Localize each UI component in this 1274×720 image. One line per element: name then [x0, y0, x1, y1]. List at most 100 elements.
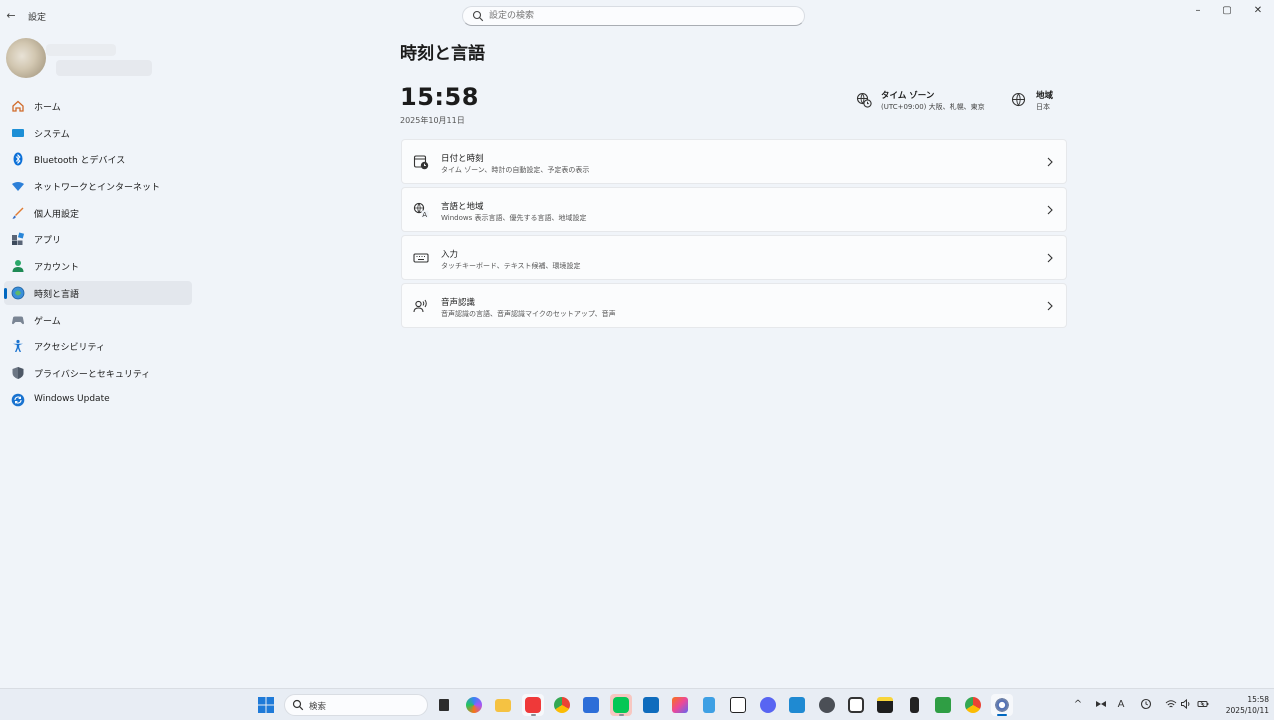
chrome-button[interactable] — [551, 694, 573, 716]
tray-clock[interactable]: 15:58 2025/10/11 — [1221, 694, 1269, 716]
back-button[interactable]: ← — [4, 8, 18, 24]
notion-button[interactable] — [727, 694, 749, 716]
sidebar-item-label: ホーム — [34, 103, 61, 113]
sidebar-item-label: ネットワークとインターネット — [34, 183, 161, 194]
ime-indicator[interactable]: A — [1114, 698, 1128, 712]
card-title: 入力 — [441, 250, 459, 260]
outlook-icon — [643, 697, 659, 713]
sidebar-item-bluetooth[interactable]: Bluetooth とデバイス — [4, 147, 192, 171]
sidebar-item-label: Bluetooth とデバイス — [34, 156, 126, 167]
windows-start-icon[interactable] — [257, 696, 275, 714]
music-icon — [910, 697, 919, 713]
music-button[interactable] — [903, 694, 925, 716]
chevron-right-icon — [1047, 253, 1053, 263]
sidebar-item-windows-update[interactable]: Windows Update — [4, 388, 192, 412]
sidebar-item-time-language[interactable]: 時刻と言語 — [4, 280, 192, 305]
card-subtitle: タイム ゾーン、時計の自動設定、予定表の表示 — [441, 166, 590, 174]
tray-sync-icon[interactable] — [1139, 698, 1153, 712]
sidebar-item-accessibility[interactable]: アクセシビリティ — [4, 334, 192, 358]
sidebar-item-label: アカウント — [34, 263, 80, 274]
user-name-redacted — [46, 44, 116, 56]
minimize-button[interactable]: – — [1188, 4, 1208, 18]
card-typing[interactable]: 入力 タッチキーボード、テキスト候補、環境設定 — [401, 235, 1067, 280]
sidebar-item-label: 個人用設定 — [34, 209, 80, 220]
sidebar-item-label: プライバシーとセキュリティ — [34, 369, 151, 380]
running-indicator — [531, 714, 536, 716]
settings-search[interactable] — [462, 6, 805, 26]
sidebar-item-gaming[interactable]: ゲーム — [4, 308, 192, 332]
sidebar-item-accounts[interactable]: アカウント — [4, 254, 192, 278]
timezone-icon — [856, 92, 872, 108]
sidebar-item-label: Windows Update — [34, 393, 110, 404]
apps-icon — [12, 232, 25, 246]
accessibility-icon — [13, 340, 23, 353]
sidebar-item-personalization[interactable]: 個人用設定 — [4, 201, 192, 225]
card-date-time[interactable]: 日付と時刻 タイム ゾーン、時計の自動設定、予定表の表示 — [401, 139, 1067, 184]
discord-icon — [760, 697, 776, 713]
task-view-button[interactable] — [433, 694, 455, 716]
taskbar-search[interactable]: 検索 — [284, 694, 428, 716]
outlook-button[interactable] — [640, 694, 662, 716]
current-date: 2025年10月11日 — [400, 116, 465, 125]
active-indicator — [4, 287, 7, 299]
account-icon — [12, 260, 24, 273]
tray-overflow-chevron[interactable]: ^ — [1071, 698, 1085, 712]
card-title: 言語と地域 — [441, 202, 484, 212]
sidebar-item-privacy[interactable]: プライバシーとセキュリティ — [4, 361, 192, 385]
notepad-button[interactable] — [698, 694, 720, 716]
card-subtitle: タッチキーボード、テキスト候補、環境設定 — [441, 262, 581, 270]
current-time: 15:58 — [400, 83, 479, 111]
tray-battery[interactable] — [1196, 698, 1210, 712]
system-icon — [12, 128, 24, 137]
store-button[interactable] — [580, 694, 602, 716]
user-avatar[interactable] — [6, 38, 46, 78]
taskbar: 検索 ^ A 15:58 2025/10/11 — [0, 688, 1274, 720]
sidebar-item-home[interactable]: ホーム — [4, 94, 192, 118]
personalization-icon — [12, 207, 24, 219]
sidebar-item-label: ゲーム — [34, 316, 61, 327]
line-button[interactable] — [610, 694, 632, 716]
chrome-profile-icon — [965, 697, 981, 713]
photos-button[interactable] — [669, 694, 691, 716]
wifi-icon — [1165, 700, 1177, 708]
minecraft-button[interactable] — [932, 694, 954, 716]
tray-volume[interactable] — [1179, 698, 1193, 712]
line-icon — [613, 697, 629, 713]
vscode-button[interactable] — [786, 694, 808, 716]
tray-network[interactable] — [1164, 698, 1178, 712]
sidebar-item-apps[interactable]: アプリ — [4, 227, 192, 251]
minecraft-icon — [935, 697, 951, 713]
chrome-profile-button[interactable] — [962, 694, 984, 716]
privacy-icon — [12, 366, 24, 379]
sidebar-item-label: アクセシビリティ — [34, 343, 106, 354]
unity-button[interactable] — [816, 694, 838, 716]
sticky-notes-button[interactable] — [874, 694, 896, 716]
battery-icon — [1197, 701, 1209, 707]
maximize-button[interactable]: ▢ — [1217, 4, 1237, 18]
bowtie-icon — [1096, 701, 1106, 707]
settings-app-button[interactable] — [991, 694, 1013, 716]
card-language-region[interactable]: A 言語と地域 Windows 表示言語、優先する言語、地域設定 — [401, 187, 1067, 232]
tray-app-icon[interactable] — [1094, 698, 1108, 712]
unity-icon — [819, 697, 835, 713]
file-explorer-button[interactable] — [492, 694, 514, 716]
card-title: 音声認識 — [441, 298, 476, 308]
discord-button[interactable] — [757, 694, 779, 716]
sidebar-item-system[interactable]: システム — [4, 121, 192, 145]
card-speech[interactable]: 音声認識 音声認識の言語、音声認識マイクのセットアップ、音声 — [401, 283, 1067, 328]
gaming-icon — [12, 316, 24, 324]
close-button[interactable]: ✕ — [1248, 4, 1268, 18]
settings-gear-icon — [994, 697, 1010, 713]
sidebar-item-label: アプリ — [34, 236, 62, 247]
sidebar-item-network[interactable]: ネットワークとインターネット — [4, 174, 192, 198]
search-icon — [292, 699, 304, 711]
vivaldi-button[interactable] — [522, 694, 544, 716]
clock-app-button[interactable] — [845, 694, 867, 716]
search-input[interactable] — [489, 9, 789, 23]
copilot-icon — [466, 697, 482, 713]
chevron-right-icon — [1047, 157, 1053, 167]
timezone-value: (UTC+09:00) 大阪、札幌、東京 — [881, 103, 985, 111]
copilot-button[interactable] — [463, 694, 485, 716]
clock-icon — [848, 697, 864, 713]
running-indicator — [997, 714, 1007, 716]
